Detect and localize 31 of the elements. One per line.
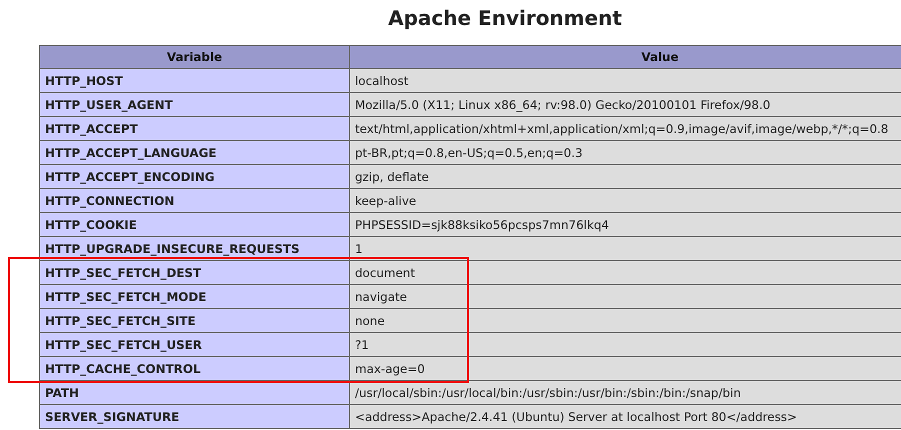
- variable-cell: HTTP_HOST: [40, 68, 350, 92]
- variable-cell: HTTP_SEC_FETCH_USER: [40, 332, 350, 356]
- value-cell: gzip, deflate: [350, 164, 901, 188]
- value-cell: Mozilla/5.0 (X11; Linux x86_64; rv:98.0) Gecko/20100101 Firefox/98.0: [350, 92, 901, 116]
- variable-cell: HTTP_CACHE_CONTROL: [40, 356, 350, 380]
- value-cell: document: [350, 260, 901, 284]
- variable-cell: SERVER_SIGNATURE: [40, 404, 350, 428]
- variable-cell: HTTP_SEC_FETCH_MODE: [40, 284, 350, 308]
- variable-cell: HTTP_SEC_FETCH_SITE: [40, 308, 350, 332]
- variable-cell: HTTP_CONNECTION: [40, 188, 350, 212]
- value-cell: max-age=0: [350, 356, 901, 380]
- value-cell: none: [350, 308, 901, 332]
- value-cell: navigate: [350, 284, 901, 308]
- column-header: Variable: [40, 46, 350, 68]
- value-cell: text/html,application/xhtml+xml,application/xml;q=0.9,image/avif,image/webp,*/*;q=0.8: [350, 116, 901, 140]
- value-cell: localhost: [350, 68, 901, 92]
- value-cell: ?1: [350, 332, 901, 356]
- value-cell: /usr/local/sbin:/usr/local/bin:/usr/sbin:/usr/bin:/sbin:/bin:/snap/bin: [350, 380, 901, 404]
- variable-cell: HTTP_ACCEPT: [40, 116, 350, 140]
- value-cell: 1: [350, 236, 901, 260]
- variable-cell: HTTP_USER_AGENT: [40, 92, 350, 116]
- value-cell: keep-alive: [350, 188, 901, 212]
- variable-cell: HTTP_SEC_FETCH_DEST: [40, 260, 350, 284]
- value-cell: PHPSESSID=sjk88ksiko56pcsps7mn76lkq4: [350, 212, 901, 236]
- value-cell: <address>Apache/2.4.41 (Ubuntu) Server at localhost Port 80</address>: [350, 404, 901, 428]
- variable-cell: HTTP_COOKIE: [40, 212, 350, 236]
- value-cell: pt-BR,pt;q=0.8,en-US;q=0.5,en;q=0.3: [350, 140, 901, 164]
- variable-cell: HTTP_ACCEPT_LANGUAGE: [40, 140, 350, 164]
- column-header: Value: [350, 46, 901, 68]
- variable-cell: HTTP_ACCEPT_ENCODING: [40, 164, 350, 188]
- page-title: Apache Environment: [387, 5, 623, 32]
